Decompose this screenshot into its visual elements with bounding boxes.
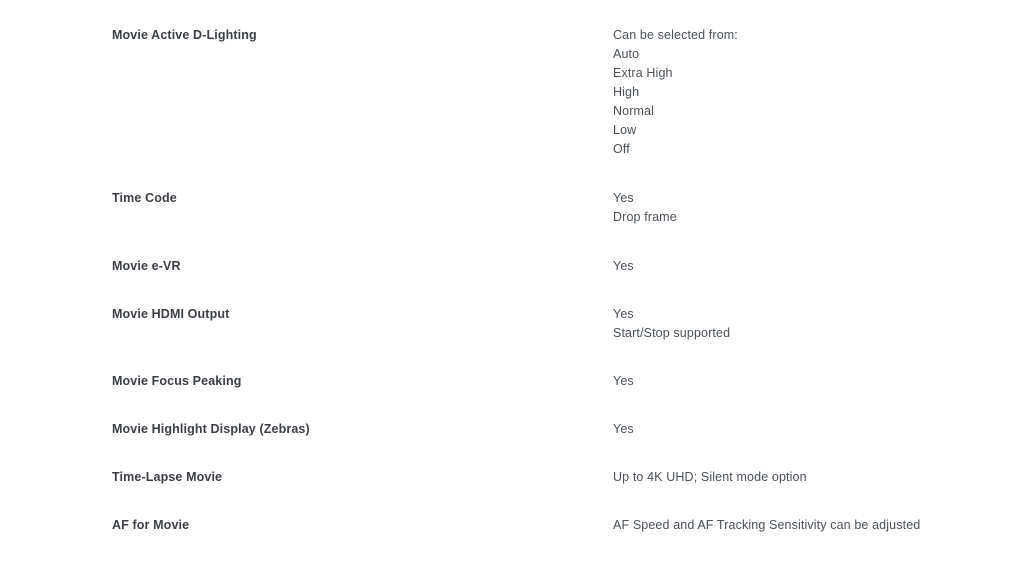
spec-label: Movie e-VR [112,259,181,273]
spec-label: AF for Movie [112,518,190,532]
spec-value-line: Off [613,142,630,156]
spec-value: Yes Drop frame [613,189,1013,227]
spec-value: Yes [613,257,1013,276]
spec-value-line: Drop frame [613,210,677,224]
spec-value-line: Low [613,123,637,137]
spec-value: Up to 4K UHD; Silent mode option [613,468,1013,487]
spec-label: Movie Focus Peaking [112,374,242,388]
spec-label: Movie Active D-Lighting [112,28,257,42]
spec-value-line: Yes [613,307,634,321]
spec-value-line: High [613,85,640,99]
spec-value-line: Normal [613,104,655,118]
spec-value-line: Yes [613,422,634,436]
spec-value: Yes [613,420,1013,439]
spec-value: Yes [613,372,1013,391]
spec-value-line: Can be selected from: [613,28,738,42]
spec-value: Can be selected from: Auto Extra High High N… [613,26,1013,159]
spec-label: Time Code [112,191,177,205]
spec-value-line: Extra High [613,66,673,80]
spec-label: Time-Lapse Movie [112,470,223,484]
spec-value-line: Start/Stop supported [613,326,731,340]
spec-value-line: Yes [613,191,634,205]
specification-table: Movie Active D-Lighting Can be selected f… [0,0,1024,576]
spec-label: Movie Highlight Display (Zebras) [112,422,310,436]
spec-value-line: Auto [613,47,640,61]
spec-value-line: AF Speed and AF Tracking Sensitivity can… [613,518,921,532]
spec-value-line: Up to 4K UHD; Silent mode option [613,470,807,484]
spec-value-line: Yes [613,259,634,273]
spec-value: AF Speed and AF Tracking Sensitivity can… [613,516,1013,535]
spec-value-line: Yes [613,374,634,388]
spec-value: Yes Start/Stop supported [613,305,1013,343]
spec-label: Movie HDMI Output [112,307,230,321]
